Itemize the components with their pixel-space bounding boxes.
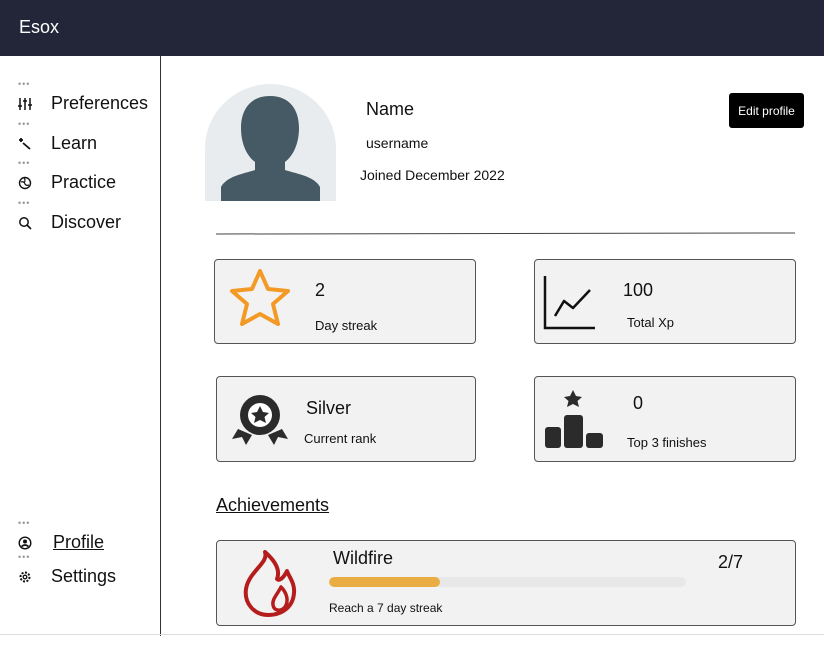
divider	[215, 232, 796, 235]
profile-username: username	[366, 135, 429, 151]
drag-handle-icon: •••	[18, 552, 31, 562]
xp-value: 100	[623, 280, 654, 300]
streak-value: 2	[315, 280, 326, 300]
sliders-icon	[16, 95, 34, 113]
profile-joined-date: Joined December 2022	[360, 167, 505, 183]
sidebar-item-settings[interactable]: ••• Settings	[16, 552, 117, 587]
page-bottom-border	[0, 634, 824, 635]
drag-handle-icon: •••	[18, 198, 31, 208]
medal-icon	[232, 395, 288, 445]
globe-icon	[16, 174, 34, 192]
sidebar-item-label: Settings	[51, 566, 117, 586]
line-chart-icon	[543, 276, 595, 330]
sidebar: ••• Preferences ••• Learn ••• Practice •…	[0, 56, 161, 636]
app-title: Esox	[19, 17, 60, 37]
profile-name: Name	[366, 99, 415, 119]
avatar	[205, 84, 336, 201]
user-silhouette-icon	[221, 96, 320, 201]
search-icon	[16, 214, 34, 232]
streak-card: 2 Day streak	[214, 259, 476, 344]
progress-fill	[329, 577, 440, 587]
sidebar-item-label: Discover	[51, 212, 122, 232]
gear-icon	[16, 568, 34, 586]
sidebar-item-label: Preferences	[51, 93, 149, 113]
rank-label: Current rank	[304, 431, 377, 446]
finishes-value: 0	[633, 393, 644, 413]
drag-handle-icon: •••	[18, 79, 31, 89]
finishes-card: 0 Top 3 finishes	[534, 376, 796, 462]
sidebar-item-label: Profile	[53, 532, 105, 552]
finishes-label: Top 3 finishes	[627, 435, 707, 450]
sidebar-item-label: Practice	[51, 172, 117, 192]
achievement-progress: 2/7	[718, 552, 744, 572]
rank-value: Silver	[306, 398, 352, 418]
top-bar: Esox	[0, 0, 824, 56]
xp-label: Total Xp	[627, 315, 674, 330]
sidebar-item-learn[interactable]: ••• Learn	[16, 119, 98, 154]
sidebar-item-label: Learn	[51, 133, 98, 153]
podium-icon	[545, 390, 603, 448]
achievement-card-wildfire: Wildfire 2/7 Reach a 7 day streak	[216, 540, 796, 626]
drag-handle-icon: •••	[18, 518, 31, 528]
sidebar-item-profile[interactable]: ••• Profile	[16, 518, 105, 553]
edit-profile-button[interactable]: Edit profile	[729, 93, 804, 128]
sidebar-item-preferences[interactable]: ••• Preferences	[16, 79, 149, 114]
user-circle-icon	[16, 534, 34, 552]
rank-card: Silver Current rank	[216, 376, 476, 462]
achievements-heading[interactable]: Achievements	[216, 495, 329, 516]
wand-icon	[16, 135, 34, 153]
xp-card: 100 Total Xp	[534, 259, 796, 344]
sidebar-item-discover[interactable]: ••• Discover	[16, 198, 122, 233]
drag-handle-icon: •••	[18, 158, 31, 168]
star-icon	[230, 269, 290, 326]
flame-icon	[243, 550, 297, 617]
sidebar-item-practice[interactable]: ••• Practice	[16, 158, 117, 193]
achievement-name: Wildfire	[333, 548, 394, 568]
drag-handle-icon: •••	[18, 119, 31, 129]
achievement-description: Reach a 7 day streak	[329, 601, 443, 615]
progress-bar	[329, 577, 686, 587]
streak-label: Day streak	[315, 318, 378, 333]
